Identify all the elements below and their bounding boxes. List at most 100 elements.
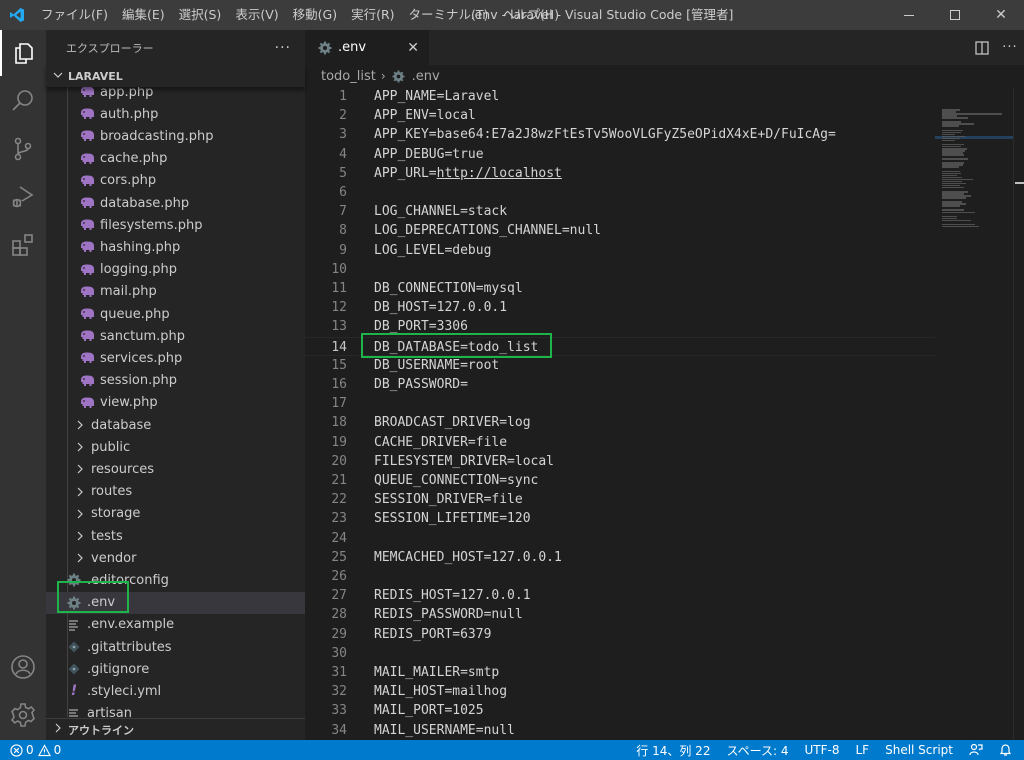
php-file-icon bbox=[79, 373, 95, 389]
tree-file[interactable]: cors.php bbox=[46, 170, 305, 192]
tree-file[interactable]: view.php bbox=[46, 392, 305, 414]
php-file-icon bbox=[79, 195, 95, 211]
minimap[interactable] bbox=[935, 87, 1013, 740]
cursor-position[interactable]: 行 14、列 22 bbox=[628, 742, 718, 759]
tree-item-label: tests bbox=[91, 528, 123, 544]
line-number: 19 bbox=[331, 434, 347, 450]
tree-folder[interactable]: routes bbox=[46, 481, 305, 503]
line-text: APP_DEBUG=true bbox=[374, 146, 484, 162]
outline-section-header[interactable]: アウトライン bbox=[46, 718, 305, 740]
activity-extensions[interactable] bbox=[0, 222, 46, 268]
tree-file[interactable]: auth.php bbox=[46, 103, 305, 125]
tree-file[interactable]: ! .styleci.yml bbox=[46, 680, 305, 702]
activity-explorer[interactable] bbox=[0, 30, 46, 76]
line-number: 10 bbox=[331, 261, 347, 277]
line-number: 14 bbox=[331, 339, 347, 355]
url-link[interactable]: http://localhost bbox=[437, 166, 562, 181]
activity-search[interactable] bbox=[0, 78, 46, 124]
tree-file[interactable]: services.php bbox=[46, 347, 305, 369]
line-text: DB_CONNECTION=mysql bbox=[374, 281, 523, 296]
menu-item[interactable]: 選択(S) bbox=[172, 0, 229, 30]
activity-run-debug[interactable] bbox=[0, 174, 46, 220]
indentation[interactable]: スペース: 4 bbox=[718, 742, 796, 759]
tree-folder[interactable]: vendor bbox=[46, 547, 305, 569]
close-window-button[interactable]: ✕ bbox=[978, 0, 1024, 30]
tree-file[interactable]: .env bbox=[46, 591, 305, 614]
tree-file[interactable]: artisan bbox=[46, 703, 305, 717]
line-text: MAIL_MAILER=smtp bbox=[374, 665, 500, 680]
workspace-root-header[interactable]: LARAVEL bbox=[46, 65, 305, 87]
activity-manage[interactable] bbox=[0, 692, 46, 738]
tree-file[interactable]: database.php bbox=[46, 192, 305, 214]
tree-folder[interactable]: storage bbox=[46, 503, 305, 525]
problems-status[interactable]: 0 0 bbox=[10, 743, 69, 757]
line-number: 2 bbox=[339, 108, 347, 124]
line-number: 26 bbox=[331, 569, 347, 584]
line-number: 22 bbox=[331, 492, 347, 508]
tree-file[interactable]: filesystems.php bbox=[46, 214, 305, 236]
tree-folder[interactable]: public bbox=[46, 436, 305, 458]
menu-item[interactable]: 編集(E) bbox=[115, 0, 172, 30]
code-editor[interactable]: 1 APP_NAME=Laravel 2 APP_ENV=local 3 APP_KEY=… bbox=[305, 87, 935, 740]
menu-item[interactable]: ターミナル(T) bbox=[402, 0, 496, 30]
line-text: REDIS_PASSWORD=null bbox=[374, 607, 523, 623]
tab-close-icon[interactable]: ✕ bbox=[407, 40, 419, 56]
text-file-icon bbox=[66, 706, 82, 717]
activity-source-control[interactable] bbox=[0, 126, 46, 172]
menu-item[interactable]: ファイル(F) bbox=[34, 0, 115, 30]
encoding[interactable]: UTF-8 bbox=[797, 743, 848, 757]
split-editor-button[interactable] bbox=[968, 30, 996, 65]
tree-file[interactable]: app.php bbox=[46, 87, 305, 103]
line-text: MEMCACHED_HOST=127.0.0.1 bbox=[374, 549, 562, 565]
tree-file[interactable]: logging.php bbox=[46, 259, 305, 281]
activity-accounts[interactable] bbox=[0, 644, 46, 690]
menu-item[interactable]: ヘルプ(H) bbox=[495, 0, 566, 30]
line-text: CACHE_DRIVER=file bbox=[374, 434, 508, 450]
editor-more-actions-button[interactable]: ··· bbox=[996, 30, 1024, 65]
tree-file[interactable]: .gitattributes bbox=[46, 636, 305, 658]
php-file-icon bbox=[79, 350, 95, 366]
notifications-button[interactable] bbox=[991, 743, 1024, 757]
minimap-line bbox=[942, 117, 969, 119]
tree-folder[interactable]: tests bbox=[46, 525, 305, 547]
vertical-scrollbar[interactable] bbox=[1013, 87, 1024, 740]
tree-file[interactable]: hashing.php bbox=[46, 236, 305, 258]
tab-env[interactable]: .env ✕ bbox=[305, 30, 429, 65]
tree-item-label: cors.php bbox=[100, 173, 157, 189]
feedback-button[interactable] bbox=[961, 743, 991, 757]
line-text: DB_DATABASE=todo_list bbox=[374, 339, 539, 355]
maximize-button[interactable] bbox=[932, 0, 978, 30]
tree-item-label: storage bbox=[91, 506, 141, 522]
line-number: 6 bbox=[339, 185, 347, 200]
breadcrumb-file[interactable]: .env bbox=[412, 69, 440, 84]
tree-file[interactable]: session.php bbox=[46, 370, 305, 392]
tree-file[interactable]: .editorconfig bbox=[46, 569, 305, 591]
minimize-button[interactable] bbox=[886, 0, 932, 30]
tree-file[interactable]: sanctum.php bbox=[46, 325, 305, 347]
tree-file[interactable]: broadcasting.php bbox=[46, 125, 305, 147]
tree-folder[interactable]: resources bbox=[46, 458, 305, 480]
tree-file[interactable]: queue.php bbox=[46, 303, 305, 325]
menu-item[interactable]: 実行(R) bbox=[344, 0, 401, 30]
menu-bar: ファイル(F) 編集(E) 選択(S) 表示(V) 移動(G) 実行(R) ターミナル(T)… bbox=[34, 0, 566, 30]
tree-file[interactable]: cache.php bbox=[46, 148, 305, 170]
error-icon bbox=[10, 743, 23, 757]
breadcrumb-folder[interactable]: todo_list bbox=[321, 69, 376, 84]
tree-folder[interactable]: database bbox=[46, 414, 305, 436]
line-number: 29 bbox=[331, 626, 347, 642]
tree-file[interactable]: mail.php bbox=[46, 281, 305, 303]
minimap-line bbox=[942, 125, 959, 127]
end-of-line[interactable]: LF bbox=[848, 743, 878, 757]
more-actions-icon[interactable]: ··· bbox=[275, 40, 291, 56]
line-text: MAIL_HOST=mailhog bbox=[374, 684, 508, 700]
warning-count: 0 bbox=[53, 743, 62, 757]
breadcrumb: todo_list › .env bbox=[305, 65, 1024, 87]
minimap-line bbox=[942, 158, 969, 160]
tree-file[interactable]: .env.example bbox=[46, 614, 305, 636]
language-mode[interactable]: Shell Script bbox=[877, 743, 961, 757]
tab-label: .env bbox=[338, 40, 367, 55]
menu-item[interactable]: 表示(V) bbox=[228, 0, 285, 30]
tree-file[interactable]: .gitignore bbox=[46, 658, 305, 680]
close-icon: ✕ bbox=[995, 7, 1007, 23]
menu-item[interactable]: 移動(G) bbox=[286, 0, 344, 30]
